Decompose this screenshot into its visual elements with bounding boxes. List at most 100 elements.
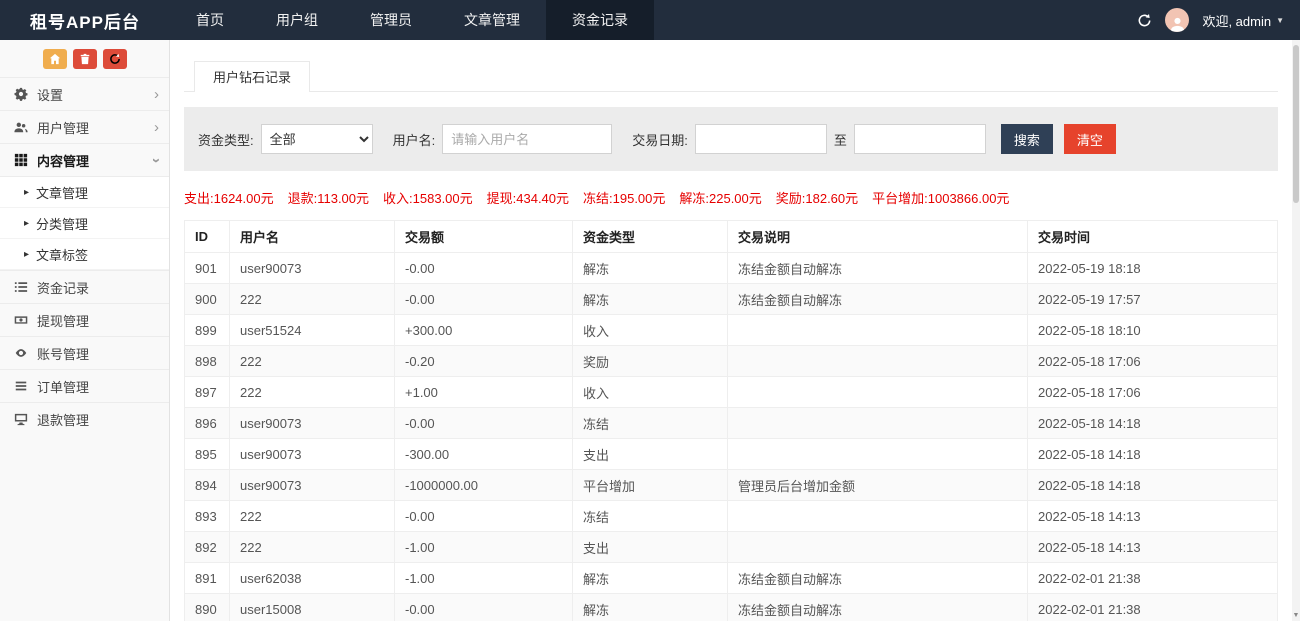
table-cell: -1.00: [395, 532, 573, 563]
date-label: 交易日期:: [632, 130, 688, 149]
table-cell: [728, 532, 1028, 563]
summary-item: 提现:434.40元: [487, 188, 569, 207]
sidebar: 设置› 用户管理 › 内容管理 › ▸文章管理▸分类管理▸文章标签资金记录提现管理账号管理…: [0, 40, 170, 621]
sidebar-item-label: 用户管理: [37, 118, 89, 137]
topbar-right: 欢迎, admin ▼: [1137, 0, 1300, 40]
table-cell: user90073: [230, 470, 395, 501]
table-row: 891user62038-1.00解冻冻结金额自动解冻2022-02-01 21…: [185, 563, 1278, 594]
nav-item-3[interactable]: 文章管理: [438, 0, 546, 40]
table-cell: 2022-05-18 18:10: [1028, 315, 1278, 346]
table-cell: [728, 439, 1028, 470]
refresh-icon[interactable]: [1137, 13, 1152, 28]
summary-item: 平台增加:1003866.00元: [872, 188, 1009, 207]
table-row: 890user15008-0.00解冻冻结金额自动解冻2022-02-01 21…: [185, 594, 1278, 621]
table-cell: 891: [185, 563, 230, 594]
sidebar-item-label: 内容管理: [37, 151, 89, 170]
table-cell: -0.00: [395, 408, 573, 439]
welcome-text: 欢迎, admin: [1202, 11, 1271, 30]
username-input[interactable]: [442, 124, 612, 154]
clear-cache-button[interactable]: [73, 49, 97, 69]
date-from-input[interactable]: [695, 124, 827, 154]
table-cell: [728, 501, 1028, 532]
user-menu[interactable]: 欢迎, admin ▼: [1202, 11, 1284, 30]
bars-icon: [14, 379, 37, 393]
sidebar-subitem-2[interactable]: ▸文章标签: [0, 239, 169, 270]
app-title: 租号APP后台: [0, 0, 170, 40]
money-icon: [14, 313, 37, 327]
table-cell: 222: [230, 284, 395, 315]
table-cell: user51524: [230, 315, 395, 346]
sidebar-item-label: 账号管理: [37, 344, 89, 363]
gear-icon: [14, 87, 37, 101]
table-cell: 898: [185, 346, 230, 377]
sidebar-item-7[interactable]: 退款管理: [0, 402, 169, 435]
table-cell: 支出: [573, 532, 728, 563]
triangle-right-icon: ▸: [24, 187, 29, 198]
sidebar-item-4[interactable]: 提现管理: [0, 303, 169, 336]
users-icon: [14, 120, 37, 134]
sidebar-subitem-1[interactable]: ▸分类管理: [0, 208, 169, 239]
table-cell: [728, 377, 1028, 408]
sidebar-item-6[interactable]: 订单管理: [0, 369, 169, 402]
nav-item-4[interactable]: 资金记录: [546, 0, 654, 40]
table-row: 892222-1.00支出2022-05-18 14:13: [185, 532, 1278, 563]
summary-item: 退款:113.00元: [288, 188, 369, 207]
table-row: 898222-0.20奖励2022-05-18 17:06: [185, 346, 1278, 377]
summary-item: 冻结:195.00元: [583, 188, 665, 207]
chevron-right-icon: ›: [154, 120, 159, 135]
clear-button[interactable]: 清空: [1064, 124, 1116, 154]
sidebar-subitem-0[interactable]: ▸文章管理: [0, 177, 169, 208]
table-cell: -0.00: [395, 501, 573, 532]
table-cell: user62038: [230, 563, 395, 594]
sidebar-item-1[interactable]: 用户管理 ›: [0, 110, 169, 143]
sidebar-item-2[interactable]: 内容管理 ›: [0, 143, 169, 176]
trash-icon: [79, 53, 91, 65]
sidebar-item-0[interactable]: 设置›: [0, 77, 169, 110]
table-cell: [728, 408, 1028, 439]
table-cell: 222: [230, 346, 395, 377]
scrollbar-thumb[interactable]: [1293, 45, 1299, 203]
table-cell: 2022-02-01 21:38: [1028, 594, 1278, 621]
table-wrap: ID用户名交易额资金类型交易说明交易时间 901user90073-0.00解冻…: [184, 220, 1278, 621]
table-row: 896user90073-0.00冻结2022-05-18 14:18: [185, 408, 1278, 439]
sidebar-item-3[interactable]: 资金记录: [0, 270, 169, 303]
tab-bar: 用户钻石记录: [184, 60, 1278, 92]
home-icon: [49, 53, 61, 65]
home-button[interactable]: [43, 49, 67, 69]
tab-user-diamond-records[interactable]: 用户钻石记录: [194, 61, 310, 92]
table-cell: [728, 346, 1028, 377]
table-cell: 2022-05-18 14:13: [1028, 532, 1278, 563]
sidebar-item-label: 资金记录: [37, 278, 89, 297]
table-cell: -0.00: [395, 253, 573, 284]
table-cell: 解冻: [573, 253, 728, 284]
refresh-button[interactable]: [103, 49, 127, 69]
sidebar-item-5[interactable]: 账号管理: [0, 336, 169, 369]
table-cell: 解冻: [573, 563, 728, 594]
table-cell: 2022-05-18 14:18: [1028, 408, 1278, 439]
date-to-input[interactable]: [854, 124, 986, 154]
table-cell: -0.00: [395, 284, 573, 315]
list-icon: [14, 280, 37, 294]
fund-type-select[interactable]: 全部: [261, 124, 373, 154]
records-table-body: 901user90073-0.00解冻冻结金额自动解冻2022-05-19 18…: [185, 253, 1278, 621]
scroll-down-icon[interactable]: ▼: [1292, 612, 1300, 619]
nav-item-0[interactable]: 首页: [170, 0, 250, 40]
table-row: 897222+1.00收入2022-05-18 17:06: [185, 377, 1278, 408]
table-cell: 895: [185, 439, 230, 470]
table-cell: 冻结金额自动解冻: [728, 594, 1028, 621]
table-cell: 2022-05-18 14:18: [1028, 439, 1278, 470]
table-cell: 平台增加: [573, 470, 728, 501]
nav-item-1[interactable]: 用户组: [250, 0, 344, 40]
table-row: 893222-0.00冻结2022-05-18 14:13: [185, 501, 1278, 532]
scrollbar[interactable]: ▼: [1292, 40, 1300, 621]
chevron-right-icon: ›: [154, 87, 159, 102]
username-label: 用户名:: [393, 130, 436, 149]
avatar[interactable]: [1165, 8, 1189, 32]
nav-item-2[interactable]: 管理员: [344, 0, 438, 40]
chevron-right-icon: ›: [149, 158, 164, 163]
sidebar-item-label: 提现管理: [37, 311, 89, 330]
table-cell: 2022-05-19 17:57: [1028, 284, 1278, 315]
table-cell: 890: [185, 594, 230, 621]
search-button[interactable]: 搜索: [1001, 124, 1053, 154]
table-header-cell: 交易额: [395, 221, 573, 253]
